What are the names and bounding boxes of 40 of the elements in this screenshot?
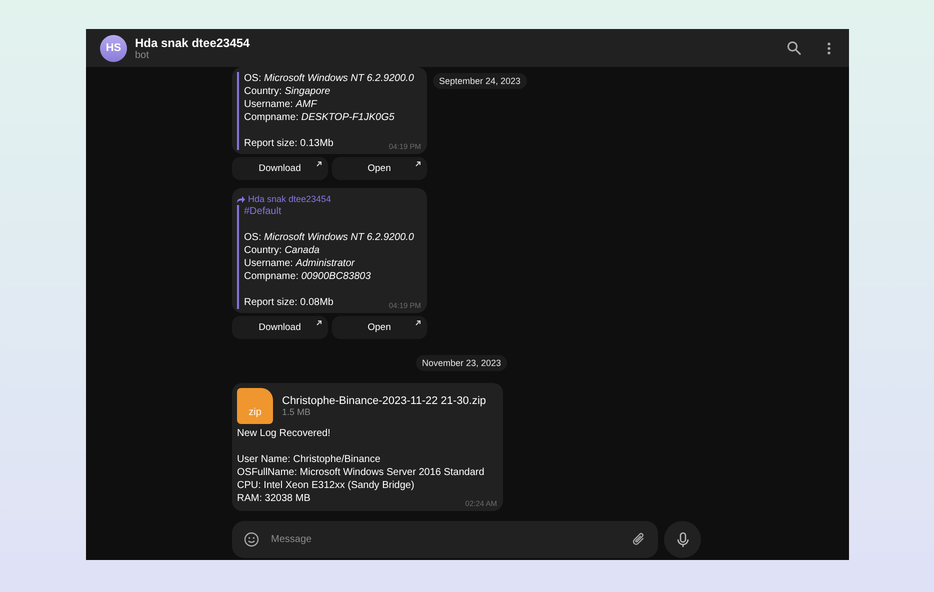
report-size: Report size: 0.13Mb	[244, 137, 334, 150]
inline-button[interactable]: Download	[232, 157, 328, 180]
report-size: Report size: 0.08Mb	[244, 296, 334, 309]
info-line: Username: AMF	[244, 98, 317, 111]
microphone-icon	[676, 532, 688, 548]
message-field[interactable]: Message	[232, 521, 658, 558]
attach-icon[interactable]	[632, 532, 646, 547]
microphone-button[interactable]	[664, 521, 701, 558]
info-line: Compname: 00900BC83803	[244, 270, 371, 283]
message-input[interactable]: Message	[269, 533, 622, 546]
external-arrow-icon	[415, 320, 421, 326]
info-line: OS: Microsoft Windows NT 6.2.9200.0	[244, 72, 414, 85]
message-text: OSFullName: Microsoft Windows Server 2016 Standard	[237, 466, 484, 479]
forwarded-from[interactable]: Hda snak dtee23454	[237, 193, 422, 205]
date-label: November 23, 2023	[416, 355, 508, 371]
emoji-icon[interactable]	[244, 532, 259, 547]
chat-subtitle: bot	[135, 50, 150, 60]
more-menu-icon[interactable]	[827, 42, 831, 54]
info-line: Country: Canada	[244, 244, 320, 257]
search-icon[interactable]	[787, 41, 801, 55]
inline-button[interactable]: Open	[332, 157, 427, 180]
message-text: User Name: Christophe/Binance	[237, 453, 380, 466]
file-size: 1.5 MB	[282, 407, 312, 417]
message-text: New Log Recovered!	[237, 427, 330, 440]
external-arrow-icon	[415, 161, 421, 167]
forward-arrow-icon	[237, 196, 245, 202]
info-line: Compname: DESKTOP-F1JK0G5	[244, 111, 394, 124]
inline-button[interactable]: Open	[332, 316, 427, 339]
inline-button[interactable]: Download	[232, 316, 328, 339]
info-line: Username: Administrator	[244, 257, 355, 270]
info-line: OS: Microsoft Windows NT 6.2.9200.0	[244, 231, 414, 244]
file-name: Christophe-Binance-2023-11-22 21-30.zip	[282, 395, 486, 407]
chat-title: Hda snak dtee23454	[135, 36, 251, 50]
date-label: September 24, 2023	[433, 73, 527, 89]
external-arrow-icon	[316, 161, 322, 167]
info-line: Country: Singapore	[244, 85, 330, 98]
hashtag-link[interactable]: #Default	[244, 205, 282, 218]
external-arrow-icon	[316, 320, 322, 326]
message-text: CPU: Intel Xeon E312xx (Sandy Bridge)	[237, 479, 414, 492]
message-text: RAM: 32038 MB	[237, 492, 310, 505]
